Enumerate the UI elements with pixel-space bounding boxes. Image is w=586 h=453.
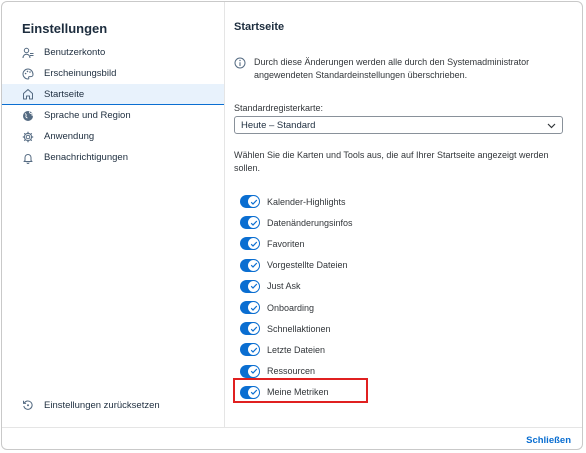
toggle-row-onboarding: Onboarding — [240, 297, 353, 318]
cards-description: Wählen Sie die Karten und Tools aus, die… — [234, 150, 549, 173]
sidebar-item-sprache-und-region[interactable]: Sprache und Region — [2, 105, 224, 126]
sidebar-item-startseite[interactable]: Startseite — [2, 84, 224, 105]
startseite-panel: Startseite Durch diese Änderungen werden… — [234, 2, 579, 427]
toggle-switch[interactable] — [240, 195, 260, 209]
sidebar-item-label: Anwendung — [44, 131, 95, 142]
cards-toggle-list: Kalender-Highlights Datenänderungsinfos … — [240, 191, 353, 403]
default-tab-value: Heute – Standard — [241, 119, 316, 131]
reset-label: Einstellungen zurücksetzen — [44, 399, 160, 411]
default-tab-label: Standardregisterkarte: — [234, 103, 324, 113]
chevron-down-icon — [547, 121, 556, 130]
info-text: Durch diese Änderungen werden alle durch… — [254, 57, 530, 80]
toggle-switch[interactable] — [240, 216, 260, 230]
info-message: Durch diese Änderungen werden alle durch… — [234, 56, 564, 82]
toggle-switch[interactable] — [240, 364, 260, 378]
gear-icon — [22, 131, 34, 143]
toggle-switch[interactable] — [240, 279, 260, 293]
sidebar-item-anwendung[interactable]: Anwendung — [2, 126, 224, 147]
toggle-row-datenaenderungsinfos: Datenänderungsinfos — [240, 212, 353, 233]
close-button[interactable]: Schließen — [526, 435, 571, 446]
toggle-switch[interactable] — [240, 343, 260, 357]
user-icon — [22, 47, 34, 59]
highlight-box — [233, 378, 368, 403]
toggle-label: Letzte Dateien — [267, 344, 326, 355]
sidebar-item-benachrichtigungen[interactable]: Benachrichtigungen — [2, 147, 224, 168]
sidebar-nav: Benutzerkonto Erscheinungsbild Startseit… — [2, 42, 224, 168]
toggle-row-kalender-highlights: Kalender-Highlights — [240, 191, 353, 212]
toggle-switch[interactable] — [240, 301, 260, 315]
sidebar-item-label: Erscheinungsbild — [44, 68, 117, 79]
toggle-switch[interactable] — [240, 322, 260, 336]
toggle-label: Kalender-Highlights — [267, 196, 346, 207]
toggle-label: Vorgestellte Dateien — [267, 260, 348, 271]
toggle-label: Datenänderungsinfos — [267, 217, 353, 228]
globe-icon — [22, 110, 34, 122]
reset-settings-button[interactable]: Einstellungen zurücksetzen — [22, 399, 160, 411]
check-icon — [248, 365, 259, 377]
toggle-switch[interactable] — [240, 237, 260, 251]
check-icon — [248, 217, 259, 229]
toggle-row-letzte-dateien: Letzte Dateien — [240, 339, 353, 360]
check-icon — [248, 323, 259, 335]
check-icon — [248, 196, 259, 208]
check-icon — [248, 280, 259, 292]
sidebar-item-erscheinungsbild[interactable]: Erscheinungsbild — [2, 63, 224, 84]
toggle-label: Schnellaktionen — [267, 323, 331, 334]
palette-icon — [22, 67, 34, 80]
toggle-row-just-ask: Just Ask — [240, 276, 353, 297]
toggle-label: Just Ask — [267, 281, 301, 292]
toggle-row-vorgestellte-dateien: Vorgestellte Dateien — [240, 255, 353, 276]
home-icon — [22, 88, 34, 100]
toggle-label: Ressourcen — [267, 366, 316, 377]
default-tab-select[interactable]: Heute – Standard — [234, 116, 563, 134]
check-icon — [248, 259, 259, 271]
check-icon — [248, 238, 259, 250]
check-icon — [248, 344, 259, 356]
toggle-label: Favoriten — [267, 238, 305, 249]
dialog-footer: Schließen — [2, 427, 582, 449]
sidebar-item-label: Benachrichtigungen — [44, 152, 128, 163]
reset-icon — [22, 399, 34, 411]
info-icon — [234, 57, 246, 69]
bell-icon — [22, 152, 34, 164]
toggle-switch[interactable] — [240, 258, 260, 272]
settings-sidebar: Einstellungen Benutzerkonto Erscheinungs… — [2, 2, 225, 427]
toggle-label: Onboarding — [267, 302, 315, 313]
toggle-row-favoriten: Favoriten — [240, 233, 353, 254]
toggle-row-schnellaktionen: Schnellaktionen — [240, 318, 353, 339]
sidebar-title: Einstellungen — [22, 21, 108, 36]
sidebar-item-benutzerkonto[interactable]: Benutzerkonto — [2, 42, 224, 63]
page-title: Startseite — [234, 21, 285, 33]
sidebar-item-label: Sprache und Region — [44, 110, 131, 121]
sidebar-item-label: Startseite — [44, 88, 85, 100]
check-icon — [248, 302, 259, 314]
sidebar-item-label: Benutzerkonto — [44, 47, 106, 58]
